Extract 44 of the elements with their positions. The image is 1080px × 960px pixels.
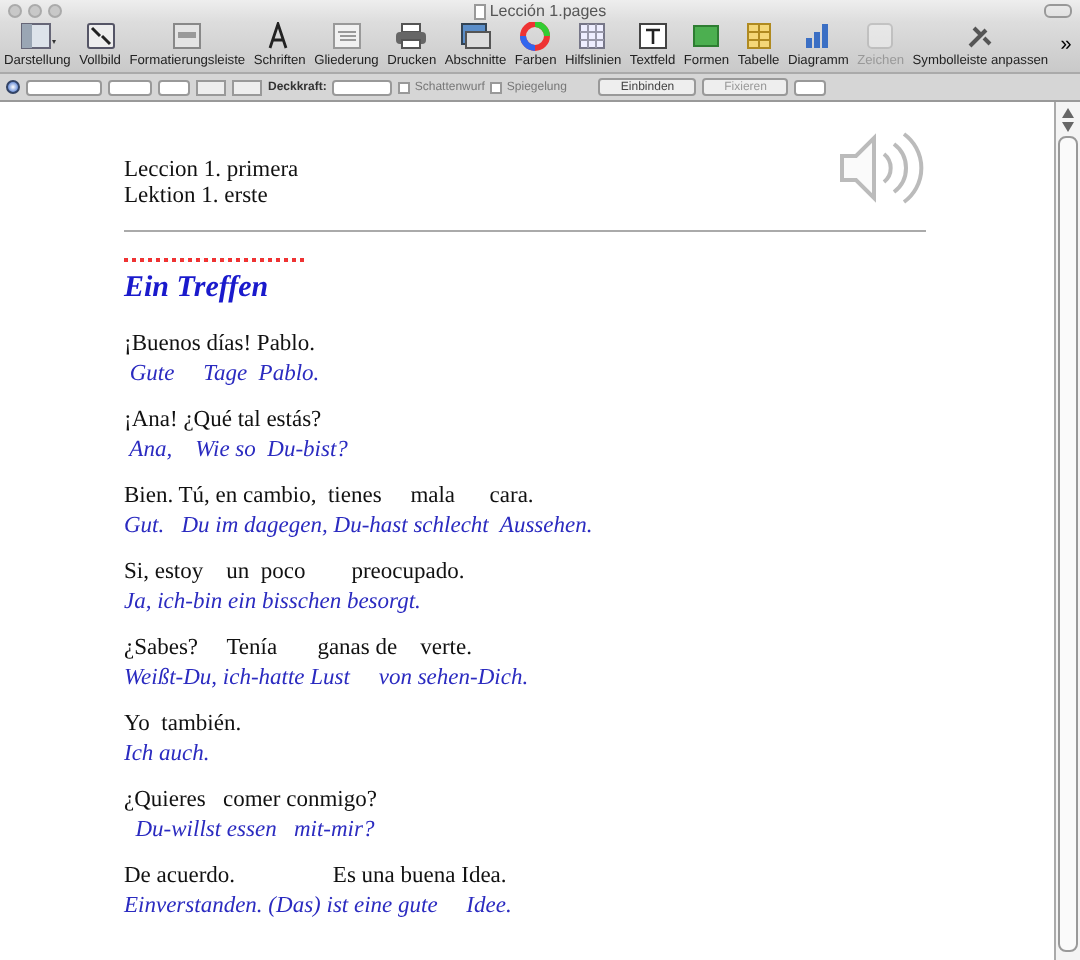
spanish-line: Bien. Tú, en cambio, tienes mala cara. (124, 482, 536, 512)
header-text: Leccion 1. primera (124, 158, 301, 184)
spanish-line: ¡Buenos días! Pablo. (124, 330, 318, 360)
checkbox[interactable] (490, 81, 503, 93)
style-icon[interactable] (6, 80, 20, 94)
german-translation: Gut. Du im dagegen, Du-hast schlecht Aussehen. (124, 512, 595, 542)
scroll-up-icon[interactable] (1062, 108, 1074, 118)
fullscreen-icon (81, 20, 120, 52)
color-field[interactable] (158, 79, 190, 95)
spanish-line: De acuerdo. Es una buena Idea. (124, 862, 509, 892)
scroll-down-icon[interactable] (1062, 122, 1074, 132)
border-button[interactable] (232, 79, 262, 95)
german-translation: Ich auch. (124, 740, 212, 770)
overflow-button[interactable]: » (1056, 34, 1076, 56)
opacity-dropdown[interactable] (332, 79, 393, 95)
outline-icon (327, 20, 366, 52)
text-box-icon (633, 20, 672, 52)
german-translation: Einverstanden. (Das) ist eine gute Idee. (124, 892, 514, 922)
german-translation: Ja, ich-bin ein bisschen besorgt. (124, 588, 423, 618)
printer-icon (392, 20, 431, 52)
scrollbar[interactable] (1054, 102, 1080, 960)
german-translation: Gute Tage Pablo. (127, 360, 322, 390)
spanish-line: Si, estoy un poco preocupado. (124, 558, 467, 588)
scroll-thumb[interactable] (1058, 136, 1078, 952)
toolbar-toggle-icon[interactable] (1044, 4, 1072, 18)
spanish-line: Yo también. (124, 710, 244, 740)
small-dropdown[interactable] (794, 79, 827, 95)
wrap-button[interactable] (196, 79, 226, 95)
spanish-line: ¡Ana! ¿Qué tal estás? (124, 406, 324, 436)
german-translation: Weißt-Du, ich-hatte Lust von sehen-Dich. (124, 664, 531, 694)
german-translation: Ana, Wie so Du-bist? (126, 436, 350, 466)
spanish-line: ¿Quieres comer conmigo? (124, 786, 379, 816)
sections-icon (456, 20, 495, 52)
format-bar-icon (168, 20, 207, 52)
heading: Ein Treffen (124, 272, 271, 306)
document-icon (473, 3, 486, 19)
spanish-line: ¿Sabes? Tenía ganas de verte. (124, 634, 474, 664)
size-dropdown[interactable] (108, 79, 152, 95)
header-text: Lektion 1. erste (124, 184, 270, 210)
sidebar-layout-icon (18, 20, 57, 52)
color-wheel-icon (516, 20, 555, 52)
checkbox[interactable] (398, 81, 411, 93)
german-translation: Du-willst essen mit-mir? (133, 816, 377, 846)
window-title: Lección 1.pages (489, 2, 607, 20)
